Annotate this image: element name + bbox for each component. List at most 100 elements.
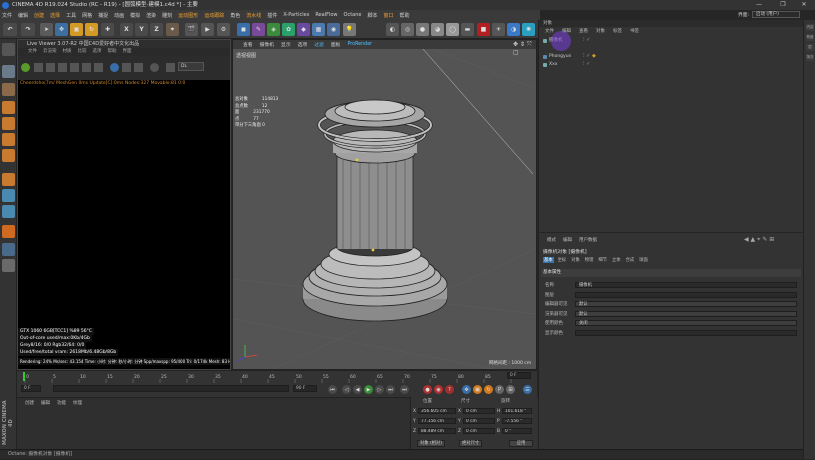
region-icon[interactable]	[94, 63, 103, 72]
menu-item[interactable]: 渲染	[146, 12, 156, 19]
object-menu-item[interactable]: 文件	[545, 28, 554, 34]
timeline-ruler[interactable]: 051015202530354045505560657075808590	[21, 373, 521, 383]
octane-sky-icon[interactable]: ◑	[507, 23, 520, 36]
workplane-icon[interactable]	[2, 205, 15, 218]
start-frame-field[interactable]: 0 F	[21, 385, 41, 392]
object-row-xxx[interactable]: Xxx	[543, 61, 557, 69]
close-button[interactable]: ✕	[792, 0, 815, 10]
octane-render-target-icon[interactable]: ▬	[461, 23, 474, 36]
axis-mode-icon[interactable]	[2, 173, 15, 186]
array-icon[interactable]: ✿	[282, 23, 295, 36]
subdivision-icon[interactable]: ◈	[267, 23, 280, 36]
x-axis-button[interactable]: X	[120, 23, 133, 36]
live-menu-item[interactable]: 界面	[123, 49, 132, 54]
rotation-field[interactable]: 101.618 °	[502, 408, 532, 414]
menu-item[interactable]: 角色	[230, 12, 240, 19]
menu-item[interactable]: Octane	[344, 12, 362, 18]
sidebar-tab-layers[interactable]: 层	[806, 44, 814, 51]
menu-item[interactable]: X-Particles	[283, 12, 309, 18]
menu-item[interactable]: 创建	[34, 12, 44, 19]
octane-live-viewer-icon[interactable]: ◐	[386, 23, 399, 36]
menu-item[interactable]: 模拟	[130, 12, 140, 19]
size-field[interactable]: 0 cm	[463, 418, 495, 424]
sidebar-tab-structure[interactable]: 构造	[806, 34, 814, 41]
menu-item[interactable]: 编辑	[18, 12, 28, 19]
param-key-icon[interactable]: P	[495, 385, 504, 394]
menu-item[interactable]: 文件	[2, 12, 12, 19]
pla-key-icon[interactable]: ⊞	[506, 385, 515, 394]
attribute-tab[interactable]: 坐标	[557, 257, 568, 263]
range-slider[interactable]	[53, 385, 289, 392]
object-menu-item[interactable]: 标签	[613, 28, 622, 34]
attribute-nav-icon[interactable]: ◀ ▲ ⌖ ✎ ⊞	[744, 236, 774, 244]
pen-icon[interactable]: ✎	[252, 23, 265, 36]
sidebar-tab-content-browser[interactable]: 内容浏览器	[806, 24, 814, 31]
undo-icon[interactable]: ↶	[3, 23, 17, 36]
attribute-tab[interactable]: 物理	[584, 257, 595, 263]
menu-item[interactable]: 脚本	[367, 12, 377, 19]
make-editable-icon[interactable]	[2, 43, 15, 56]
visibility-dots-icon[interactable]: ⁝ ✓ ◆	[583, 53, 596, 59]
focus-pick-icon[interactable]	[110, 63, 119, 72]
attribute-menu-item[interactable]: 用户数据	[579, 237, 597, 243]
channel-dropdown[interactable]: DL	[178, 62, 204, 71]
white-balance-icon[interactable]	[166, 63, 175, 72]
next-frame-icon[interactable]: ▷	[375, 385, 384, 394]
rotate-icon[interactable]: ↻	[85, 23, 98, 36]
menu-item[interactable]: 流水线	[246, 12, 261, 19]
sculpt-icon[interactable]	[2, 259, 15, 272]
stop-icon[interactable]	[58, 63, 67, 72]
texture-mode-icon[interactable]	[2, 83, 15, 96]
octane-stop-icon[interactable]: ■	[477, 23, 490, 36]
octane-daylight-icon[interactable]: ✺	[522, 23, 535, 36]
edges-mode-icon[interactable]	[2, 117, 15, 130]
render-settings-icon[interactable]: ⚙	[217, 23, 230, 36]
uv-mode-icon[interactable]	[2, 149, 15, 162]
attribute-tab[interactable]: 合成	[625, 257, 636, 263]
menu-item[interactable]: 运动跟踪	[204, 12, 224, 19]
paint-icon[interactable]	[2, 243, 15, 256]
minimize-button[interactable]: —	[747, 0, 771, 10]
rotation-field[interactable]: -7.556 °	[502, 418, 532, 424]
position-field[interactable]: 77.156 cm	[418, 418, 456, 424]
attribute-menu-item[interactable]: 编辑	[563, 237, 572, 243]
octane-material-icon[interactable]: ◕	[431, 23, 444, 36]
attribute-value-field[interactable]: 默认	[575, 310, 797, 317]
menu-item[interactable]: 插件	[267, 12, 277, 19]
keyframe-selection-icon[interactable]: ?	[445, 385, 454, 394]
visibility-dots-icon[interactable]: ⁝ ✓	[583, 37, 590, 43]
menu-item[interactable]: 雕刻	[162, 12, 172, 19]
octane-settings-icon[interactable]: ◎	[401, 23, 414, 36]
end-frame-field[interactable]: 90 F	[293, 385, 317, 392]
menu-item[interactable]: 帮助	[400, 12, 410, 19]
snap-icon[interactable]	[2, 189, 15, 202]
viewport-menu-item[interactable]: 面板	[331, 41, 341, 48]
menu-item[interactable]: RealFlow	[315, 12, 337, 18]
lock-workplane-icon[interactable]	[2, 225, 15, 238]
attribute-value-field[interactable]: 摄像机	[575, 282, 797, 288]
cube-icon[interactable]: ◼	[237, 23, 250, 36]
position-field[interactable]: 88.489 cm	[418, 428, 456, 434]
attribute-tab[interactable]: 基本	[543, 257, 554, 263]
lock-icon[interactable]	[82, 63, 91, 72]
prev-key-icon[interactable]: ◁	[342, 385, 351, 394]
attribute-value-field[interactable]: 默认	[575, 301, 797, 307]
move-icon[interactable]: ✥	[55, 23, 68, 36]
material-pick-icon[interactable]	[122, 63, 131, 72]
prev-frame-icon[interactable]: ◀	[353, 385, 362, 394]
live-menu-item[interactable]: 材质	[63, 49, 72, 54]
render-gear-icon[interactable]	[21, 63, 30, 72]
viewport-menu-item[interactable]: 选项	[298, 41, 308, 48]
live-menu-item[interactable]: 比较	[78, 49, 87, 54]
size-field[interactable]: 0 cm	[463, 428, 495, 434]
environment-icon[interactable]: ▦	[312, 23, 325, 36]
size-mode-dropdown[interactable]: 绝对尺寸	[459, 440, 483, 447]
camera-icon[interactable]: ◉	[327, 23, 340, 36]
select-arrow-icon[interactable]: ➤	[40, 23, 53, 36]
attribute-tab[interactable]: 细节	[597, 257, 608, 263]
live-menu-item[interactable]: 选项	[93, 49, 102, 54]
viewport-menu-item[interactable]: 过滤	[314, 41, 324, 48]
render-view-icon[interactable]: 🎬	[185, 23, 198, 36]
size-field[interactable]: 0 cm	[463, 408, 495, 414]
model-mode-icon[interactable]	[2, 65, 15, 78]
